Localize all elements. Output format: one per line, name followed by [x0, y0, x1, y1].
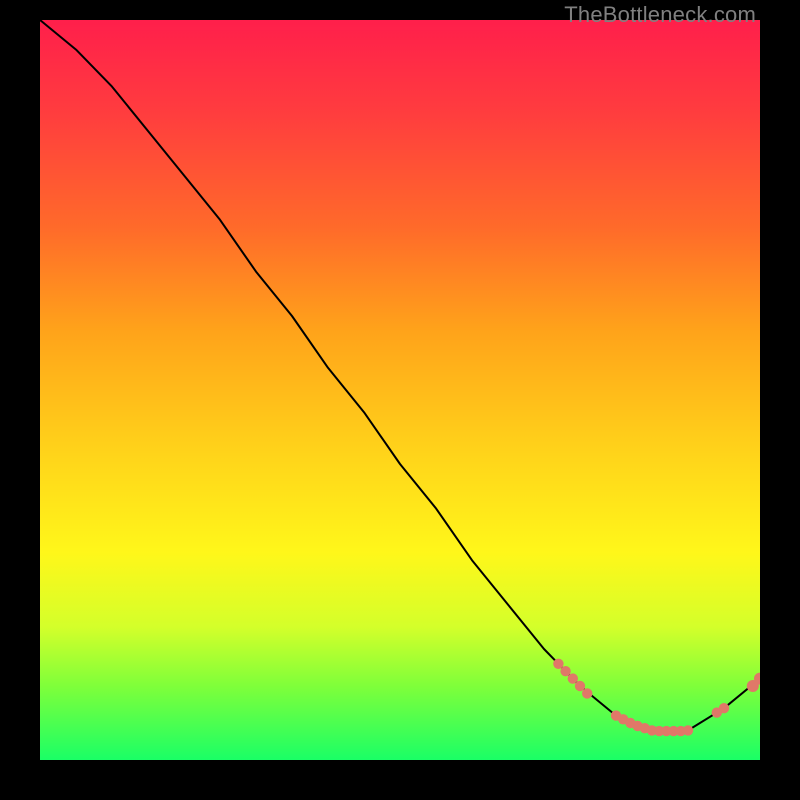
chart-svg — [40, 20, 760, 760]
bottleneck-curve-line — [40, 20, 760, 730]
data-point-cluster-right — [719, 703, 729, 713]
chart-plot-area — [40, 20, 760, 760]
watermark-text: TheBottleneck.com — [564, 2, 756, 28]
chart-data-points — [553, 659, 760, 737]
data-point-valley-floor — [683, 725, 693, 735]
data-point-cluster-left — [582, 688, 592, 698]
chart-frame: TheBottleneck.com — [0, 0, 800, 800]
